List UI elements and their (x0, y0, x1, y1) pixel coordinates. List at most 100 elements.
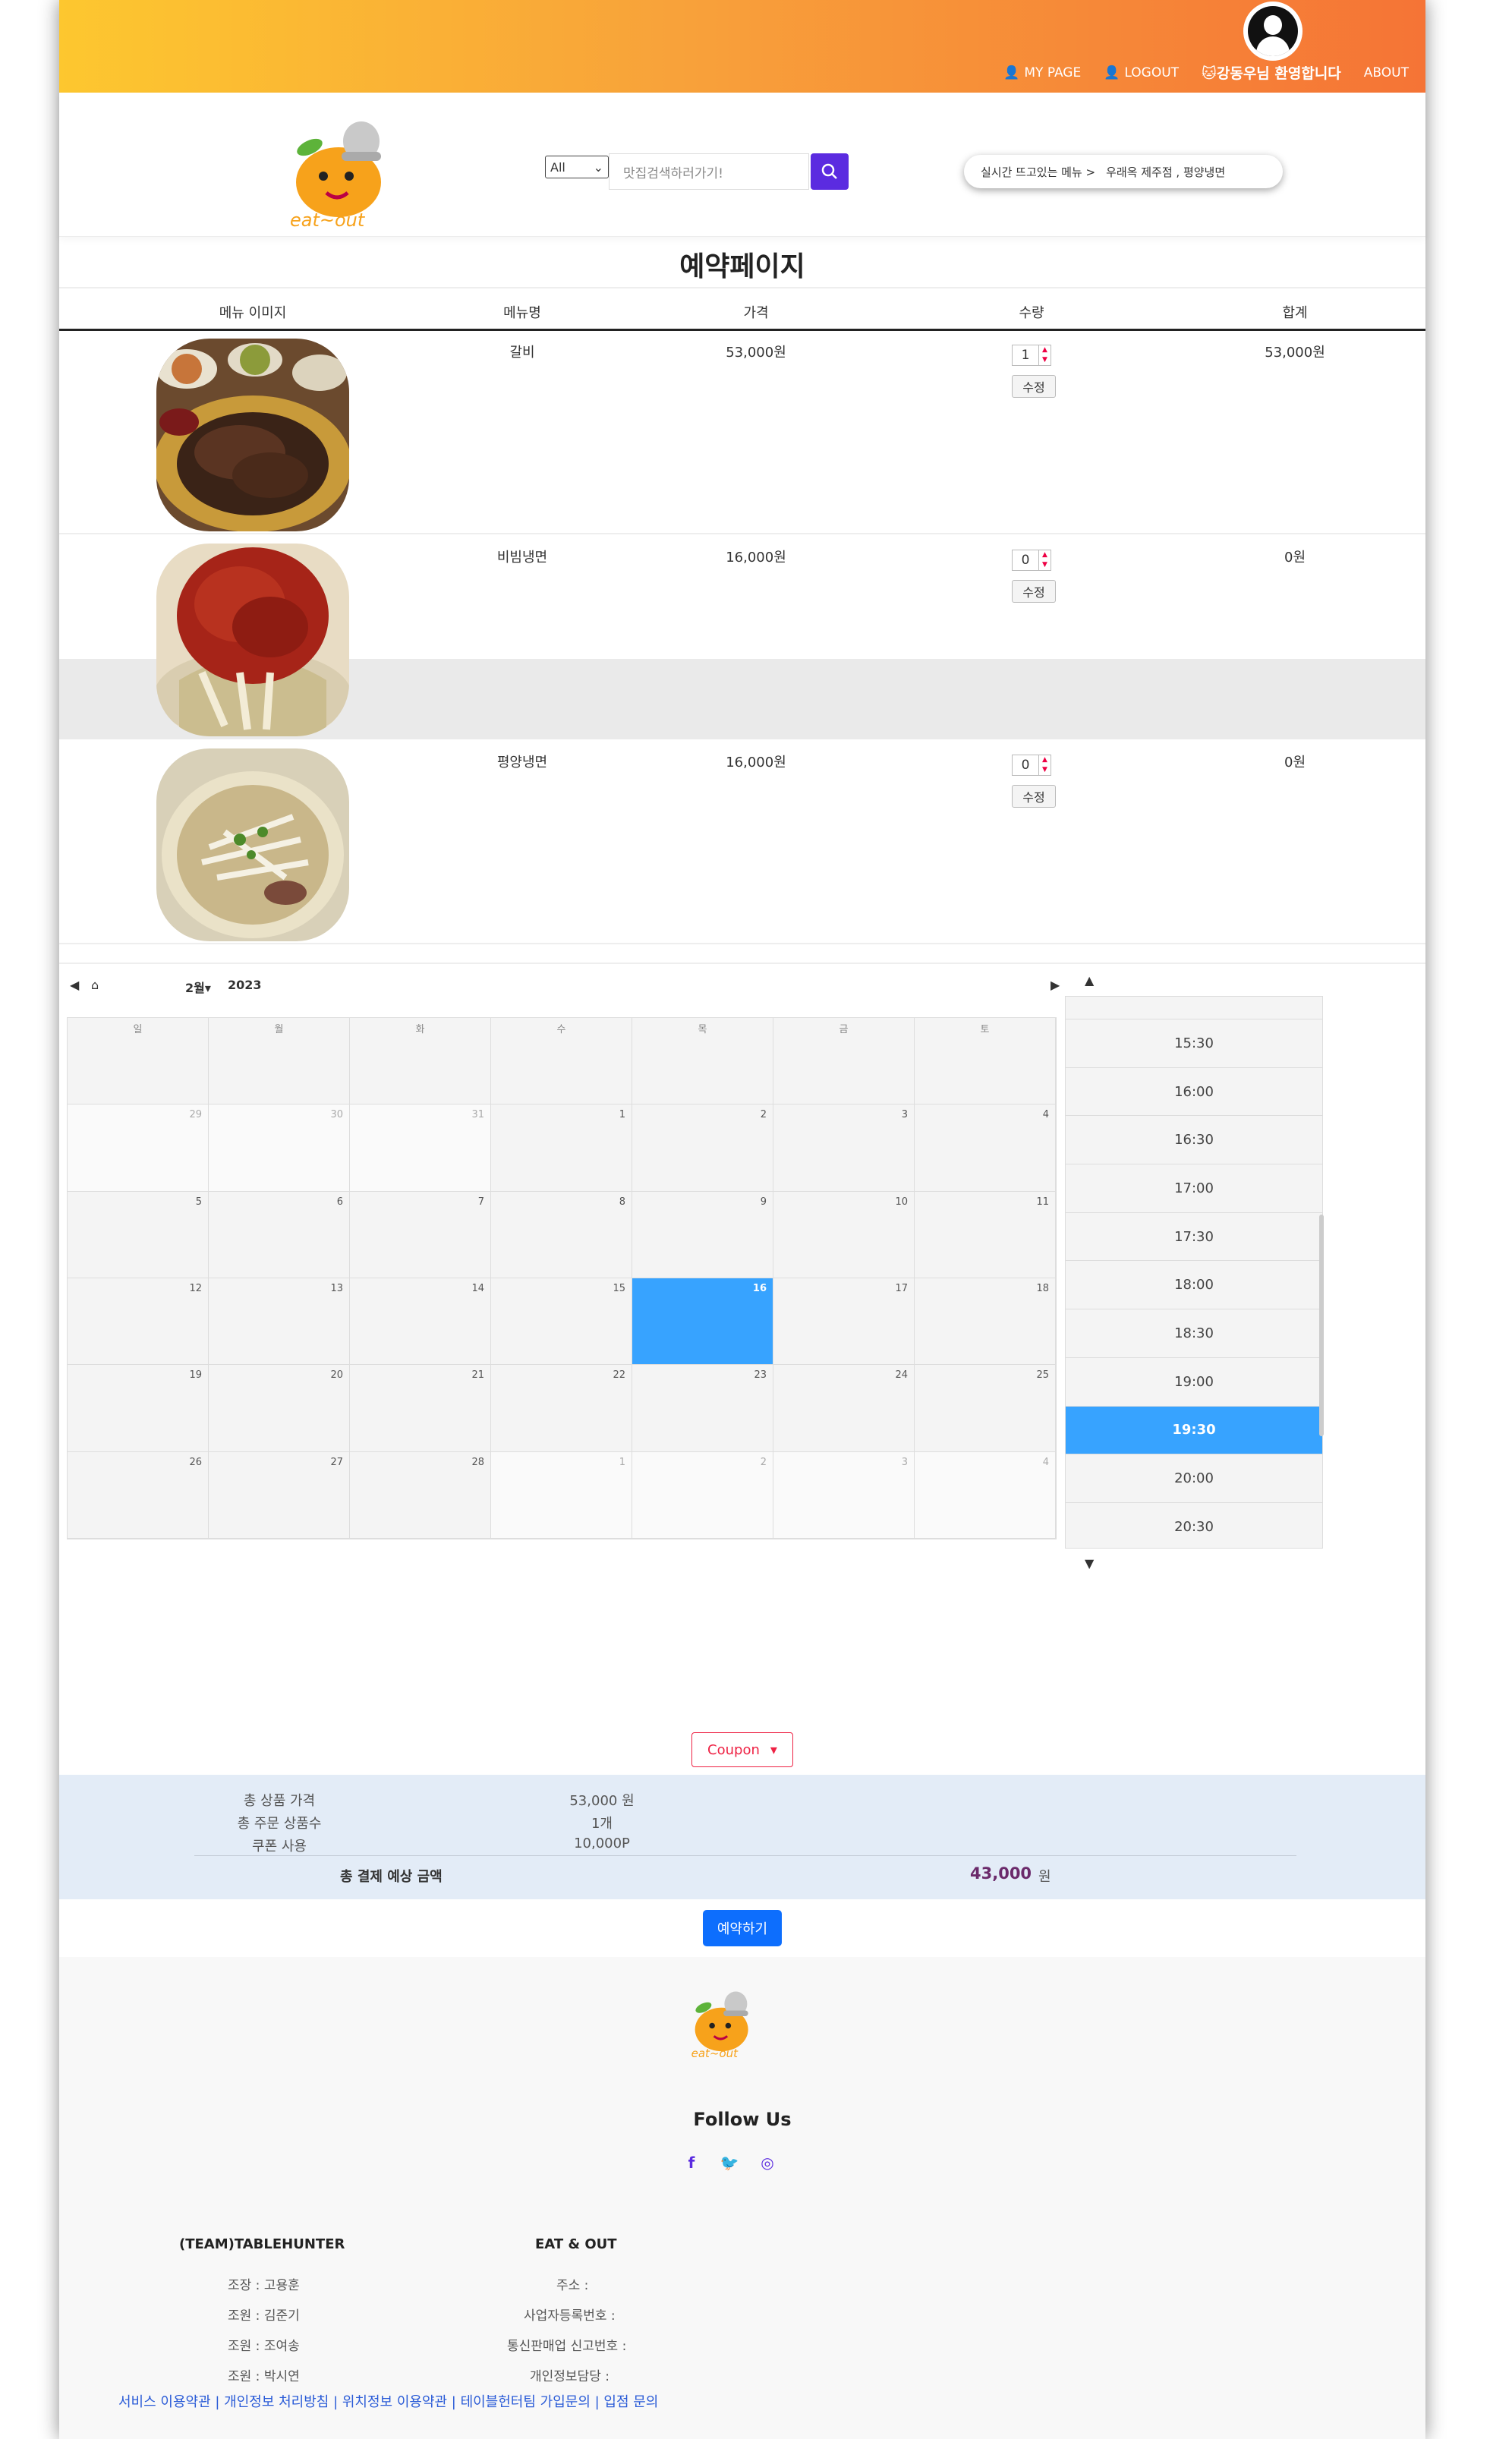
time-slot[interactable]: 18:00 (1066, 1261, 1322, 1310)
quantity-stepper[interactable]: 0 ▲ ▼ (1012, 550, 1051, 571)
calendar-day-number: 23 (754, 1369, 767, 1382)
calendar-day[interactable]: 29 (68, 1104, 209, 1192)
home-icon[interactable]: ⌂ (91, 978, 99, 992)
search-input[interactable]: 맛집검색하러가기! (609, 153, 809, 190)
calendar-day[interactable]: 12 (68, 1278, 209, 1366)
calendar-day-number: 12 (189, 1283, 202, 1294)
calendar-day[interactable]: 26 (68, 1451, 209, 1539)
calendar-day[interactable]: 20 (209, 1365, 350, 1452)
calendar-day[interactable]: 14 (350, 1278, 491, 1366)
time-slot[interactable]: 17:00 (1066, 1164, 1322, 1213)
prev-month-icon[interactable]: ◀ (70, 978, 79, 992)
calendar-day[interactable]: 19 (68, 1365, 209, 1452)
logout-link[interactable]: 👤 LOGOUT (1104, 65, 1179, 80)
search-category-select[interactable]: All ⌄ (545, 156, 609, 178)
edit-button[interactable]: 수정 (1012, 785, 1056, 808)
time-slot[interactable]: 17:30 (1066, 1212, 1322, 1262)
calendar-day[interactable]: 3 (773, 1451, 915, 1539)
calendar-day-number: 18 (1036, 1283, 1049, 1294)
calendar-day[interactable]: 1 (491, 1104, 632, 1192)
profile-avatar[interactable] (1243, 2, 1303, 61)
table-row: 갈비 53,000원 1 ▲ ▼ 수정 53,000원 (59, 331, 1425, 534)
calendar-day[interactable]: 21 (350, 1365, 491, 1452)
calendar-day[interactable]: 5 (68, 1191, 209, 1278)
time-slot[interactable]: 18:30 (1066, 1309, 1322, 1358)
calendar-day[interactable]: 11 (915, 1191, 1056, 1278)
calendar-day-number: 22 (613, 1369, 625, 1382)
time-slot[interactable]: 16:30 (1066, 1116, 1322, 1165)
time-down-icon[interactable]: ▼ (1085, 1556, 1094, 1571)
calendar-day[interactable]: 30 (209, 1104, 350, 1192)
time-slot[interactable]: 15:30 (1066, 1019, 1322, 1068)
time-up-icon[interactable]: ▲ (1085, 973, 1094, 988)
calendar-day-number: 5 (195, 1196, 202, 1208)
total-label: 총 결제 예상 금액 (340, 1869, 443, 1885)
calendar-day[interactable]: 27 (209, 1451, 350, 1539)
edit-button[interactable]: 수정 (1012, 580, 1056, 603)
company-info: 개인정보담당 : (530, 2369, 610, 2384)
calendar-day[interactable]: 31 (350, 1104, 491, 1192)
calendar-day[interactable]: 8 (491, 1191, 632, 1278)
time-slot[interactable] (1066, 997, 1322, 1019)
calendar-day[interactable]: 4 (915, 1104, 1056, 1192)
calendar-day[interactable]: 3 (773, 1104, 915, 1192)
calendar-day[interactable]: 2 (632, 1104, 773, 1192)
time-slot[interactable]: 19:30 (1066, 1406, 1322, 1455)
footer-links[interactable]: 서비스 이용약관 | 개인정보 처리방침 | 위치정보 이용약관 | 테이블헌터… (118, 2391, 658, 2411)
month-select[interactable]: 2월▾ (185, 978, 211, 996)
order-count-label: 총 주문 상품수 (237, 1816, 322, 1832)
about-link[interactable]: ABOUT (1364, 65, 1409, 80)
calendar-day[interactable]: 10 (773, 1191, 915, 1278)
calendar-day[interactable]: 28 (350, 1451, 491, 1539)
edit-button[interactable]: 수정 (1012, 375, 1056, 398)
calendar-day[interactable]: 13 (209, 1278, 350, 1366)
twitter-icon[interactable]: 🐦 (720, 2153, 739, 2173)
calendar-day[interactable]: 24 (773, 1365, 915, 1452)
stepper-arrows-icon[interactable]: ▲ ▼ (1039, 345, 1051, 366)
quantity-stepper[interactable]: 0 ▲ ▼ (1012, 755, 1051, 776)
stepper-arrows-icon[interactable]: ▲ ▼ (1039, 550, 1051, 571)
search-button[interactable] (811, 153, 849, 190)
footer: eat~out Follow Us f 🐦 ◎ (TEAM)TABLEHUNTE… (59, 1957, 1425, 2439)
calendar-day[interactable]: 16 (632, 1278, 773, 1366)
time-slot[interactable]: 20:00 (1066, 1454, 1322, 1503)
next-month-icon[interactable]: ▶ (1051, 978, 1060, 992)
realtime-value: 우래옥 제주점 , 평양냉면 (1106, 165, 1226, 179)
calendar-day[interactable]: 4 (915, 1451, 1056, 1539)
header-menu-name: 메뉴명 (503, 305, 541, 321)
quantity-stepper[interactable]: 1 ▲ ▼ (1012, 345, 1051, 366)
mypage-link[interactable]: 👤 MY PAGE (1003, 65, 1081, 80)
calendar-day[interactable]: 2 (632, 1451, 773, 1539)
stepper-arrows-icon[interactable]: ▲ ▼ (1039, 755, 1051, 776)
calendar-day[interactable]: 18 (915, 1278, 1056, 1366)
calendar-day[interactable]: 7 (350, 1191, 491, 1278)
quantity-value[interactable]: 0 (1012, 550, 1039, 571)
menu-total: 0원 (1284, 550, 1306, 566)
eat-out-logo[interactable]: eat~out (279, 112, 408, 234)
calendar-day[interactable]: 15 (491, 1278, 632, 1366)
facebook-icon[interactable]: f (682, 2153, 701, 2173)
time-slot[interactable]: 20:30 (1066, 1502, 1322, 1548)
order-summary: 총 상품 가격 53,000 원 총 주문 상품수 1개 쿠폰 사용 10,00… (59, 1775, 1425, 1899)
calendar-weekday: 토 (915, 1018, 1056, 1105)
calendar-day[interactable]: 22 (491, 1365, 632, 1452)
time-slot[interactable]: 19:00 (1066, 1357, 1322, 1407)
time-scrollbar[interactable] (1319, 1215, 1324, 1436)
calendar-day[interactable]: 25 (915, 1365, 1056, 1452)
quantity-value[interactable]: 0 (1012, 755, 1039, 776)
instagram-icon[interactable]: ◎ (758, 2153, 777, 2173)
coupon-dropdown[interactable]: Coupon ▾ (691, 1732, 793, 1767)
time-slot[interactable]: 16:00 (1066, 1067, 1322, 1117)
year-value[interactable]: 2023 (228, 978, 262, 992)
realtime-trending[interactable]: 실시간 뜨고있는 메뉴 > 우래옥 제주점 , 평양냉면 (964, 155, 1283, 188)
calendar-day[interactable]: 6 (209, 1191, 350, 1278)
calendar-day-number: 2 (760, 1456, 767, 1468)
calendar-day[interactable]: 23 (632, 1365, 773, 1452)
calendar-day[interactable]: 9 (632, 1191, 773, 1278)
calendar-day[interactable]: 1 (491, 1451, 632, 1539)
company-info: 사업자등록번호 : (524, 2308, 616, 2324)
quantity-value[interactable]: 1 (1012, 345, 1039, 366)
reserve-button[interactable]: 예약하기 (703, 1910, 782, 1946)
calendar-day[interactable]: 17 (773, 1278, 915, 1366)
eat-out-logo[interactable]: eat~out (683, 1986, 767, 2062)
